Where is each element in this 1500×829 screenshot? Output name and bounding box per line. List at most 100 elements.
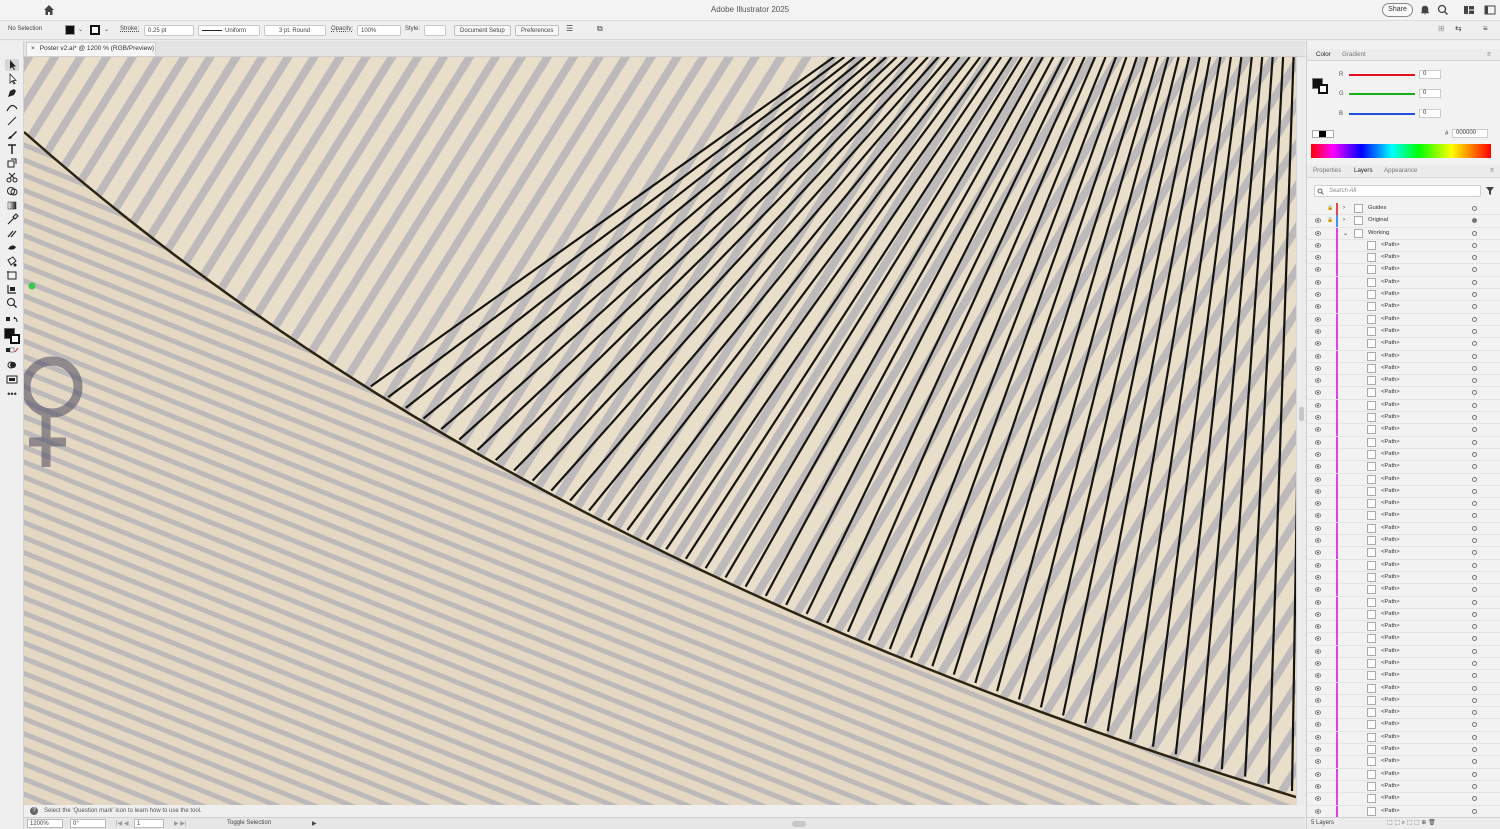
stroke-color-icon[interactable] [10, 334, 20, 344]
sublayer-row[interactable]: <Path> [1307, 473, 1500, 486]
target-icon[interactable] [1472, 796, 1477, 802]
close-icon[interactable]: × [31, 45, 35, 52]
sublayer-row[interactable]: <Path> [1307, 289, 1500, 302]
eye-icon[interactable] [1315, 538, 1321, 543]
tab-gradient[interactable]: Gradient [1342, 51, 1366, 58]
lock-icon[interactable]: 🔒 [1327, 205, 1333, 211]
sublayer-row[interactable]: <Path> [1307, 719, 1500, 732]
eye-icon[interactable] [1315, 230, 1321, 236]
zoom-tool-icon[interactable] [5, 297, 19, 309]
preferences-button[interactable]: Preferences [515, 25, 560, 36]
sublayer-row[interactable]: <Path> [1307, 498, 1500, 511]
target-icon[interactable] [1472, 574, 1477, 580]
eye-icon[interactable] [1315, 317, 1321, 322]
target-icon[interactable] [1472, 759, 1477, 765]
target-icon[interactable] [1472, 783, 1477, 789]
sublayer-row[interactable]: <Path> [1307, 682, 1500, 695]
eye-hidden-icon[interactable] [1315, 206, 1321, 211]
eye-icon[interactable] [1315, 636, 1321, 641]
target-icon[interactable] [1472, 304, 1477, 310]
chevron-down-icon[interactable]: ⌄ [104, 26, 109, 33]
share-button[interactable]: Share [1382, 3, 1413, 17]
eye-icon[interactable] [1315, 218, 1321, 223]
target-icon[interactable] [1472, 587, 1477, 593]
sublayer-row[interactable]: <Path> [1307, 399, 1500, 413]
eye-icon[interactable] [1315, 599, 1321, 605]
target-icon[interactable] [1472, 279, 1477, 285]
target-icon[interactable] [1472, 808, 1477, 814]
eye-icon[interactable] [1315, 784, 1321, 789]
eye-icon[interactable] [1315, 353, 1321, 359]
document-tab[interactable]: × Poster v2.ai* @ 1200 % (RGB/Preview) [26, 42, 156, 56]
sublayer-row[interactable]: <Path> [1307, 571, 1500, 585]
sublayer-row[interactable]: <Path> [1307, 621, 1500, 634]
export-icon[interactable]: ⧉ [597, 24, 603, 34]
help-icon[interactable]: ? [30, 807, 38, 815]
sublayer-row[interactable]: <Path> [1307, 448, 1500, 462]
eye-icon[interactable] [1315, 329, 1321, 334]
next-artboard-icon[interactable]: ▶ ▶| [174, 820, 186, 827]
target-icon[interactable] [1472, 218, 1477, 224]
eye-icon[interactable] [1315, 292, 1321, 297]
eye-icon[interactable] [1315, 452, 1321, 457]
opacity-field[interactable]: 100% [357, 25, 401, 36]
gradient-tool-icon[interactable] [5, 199, 19, 211]
target-icon[interactable] [1472, 427, 1477, 433]
target-icon[interactable] [1472, 353, 1477, 359]
status-menu-icon[interactable]: ▶ [312, 820, 317, 827]
sublayer-row[interactable]: <Path> [1307, 387, 1500, 400]
paintbrush-tool-icon[interactable] [5, 129, 19, 141]
eye-icon[interactable] [1315, 649, 1321, 654]
more-tools-icon[interactable]: ••• [5, 390, 19, 403]
eye-icon[interactable] [1315, 476, 1321, 482]
target-icon[interactable] [1472, 488, 1477, 494]
eye-icon[interactable] [1315, 673, 1321, 678]
draw-mode-icon[interactable] [5, 359, 19, 371]
layer-row-guides[interactable]: 🔒 › Guides [1307, 203, 1500, 216]
eye-icon[interactable] [1315, 378, 1321, 383]
target-icon[interactable] [1472, 747, 1477, 753]
color-stroke-icon[interactable] [1318, 84, 1328, 94]
sublayer-row[interactable]: <Path> [1307, 522, 1500, 536]
eye-icon[interactable] [1315, 243, 1321, 248]
swap-colors-icon[interactable] [5, 315, 19, 327]
none-black-white-swatches[interactable] [1312, 130, 1334, 138]
sublayer-row[interactable]: <Path> [1307, 325, 1500, 339]
shape-builder-tool-icon[interactable] [5, 185, 19, 197]
target-icon[interactable] [1472, 378, 1477, 384]
vertical-scrollbar[interactable] [1296, 57, 1305, 805]
sublayer-row[interactable]: <Path> [1307, 510, 1500, 523]
target-icon[interactable] [1472, 328, 1477, 334]
sublayer-row[interactable]: <Path> [1307, 375, 1500, 388]
eye-icon[interactable] [1315, 587, 1321, 592]
sublayer-row[interactable]: <Path> [1307, 694, 1500, 708]
sublayer-row[interactable]: <Path> [1307, 805, 1500, 817]
eye-icon[interactable] [1315, 403, 1321, 408]
bell-icon[interactable] [1419, 4, 1431, 16]
tab-color[interactable]: Color [1316, 51, 1331, 58]
rotation-field[interactable]: 0° [70, 819, 106, 828]
sublayer-row[interactable]: <Path> [1307, 547, 1500, 560]
target-icon[interactable] [1472, 476, 1477, 482]
eye-icon[interactable] [1315, 304, 1321, 309]
eyedropper-tool-icon[interactable] [5, 213, 19, 225]
eye-icon[interactable] [1315, 735, 1321, 740]
sublayer-row[interactable]: <Path> [1307, 780, 1500, 794]
zoom-field[interactable]: 1200% [27, 819, 63, 828]
eye-icon[interactable] [1315, 612, 1321, 617]
line-tool-icon[interactable] [5, 115, 19, 127]
eye-icon[interactable] [1315, 255, 1321, 260]
tab-layers[interactable]: Layers [1354, 167, 1373, 174]
sublayer-row[interactable]: <Path> [1307, 276, 1500, 290]
sublayer-row[interactable]: <Path> [1307, 707, 1500, 720]
filter-icon[interactable] [1486, 187, 1494, 195]
eye-icon[interactable] [1315, 550, 1321, 555]
transform-icon[interactable]: ⇆ [1455, 24, 1462, 33]
document-setup-button[interactable]: Document Setup [454, 25, 511, 36]
target-icon[interactable] [1472, 636, 1477, 642]
sublayer-row[interactable]: <Path> [1307, 768, 1500, 781]
target-icon[interactable] [1472, 710, 1477, 716]
target-icon[interactable] [1472, 451, 1477, 457]
target-icon[interactable] [1472, 390, 1477, 396]
sublayer-row[interactable]: <Path> [1307, 264, 1500, 277]
